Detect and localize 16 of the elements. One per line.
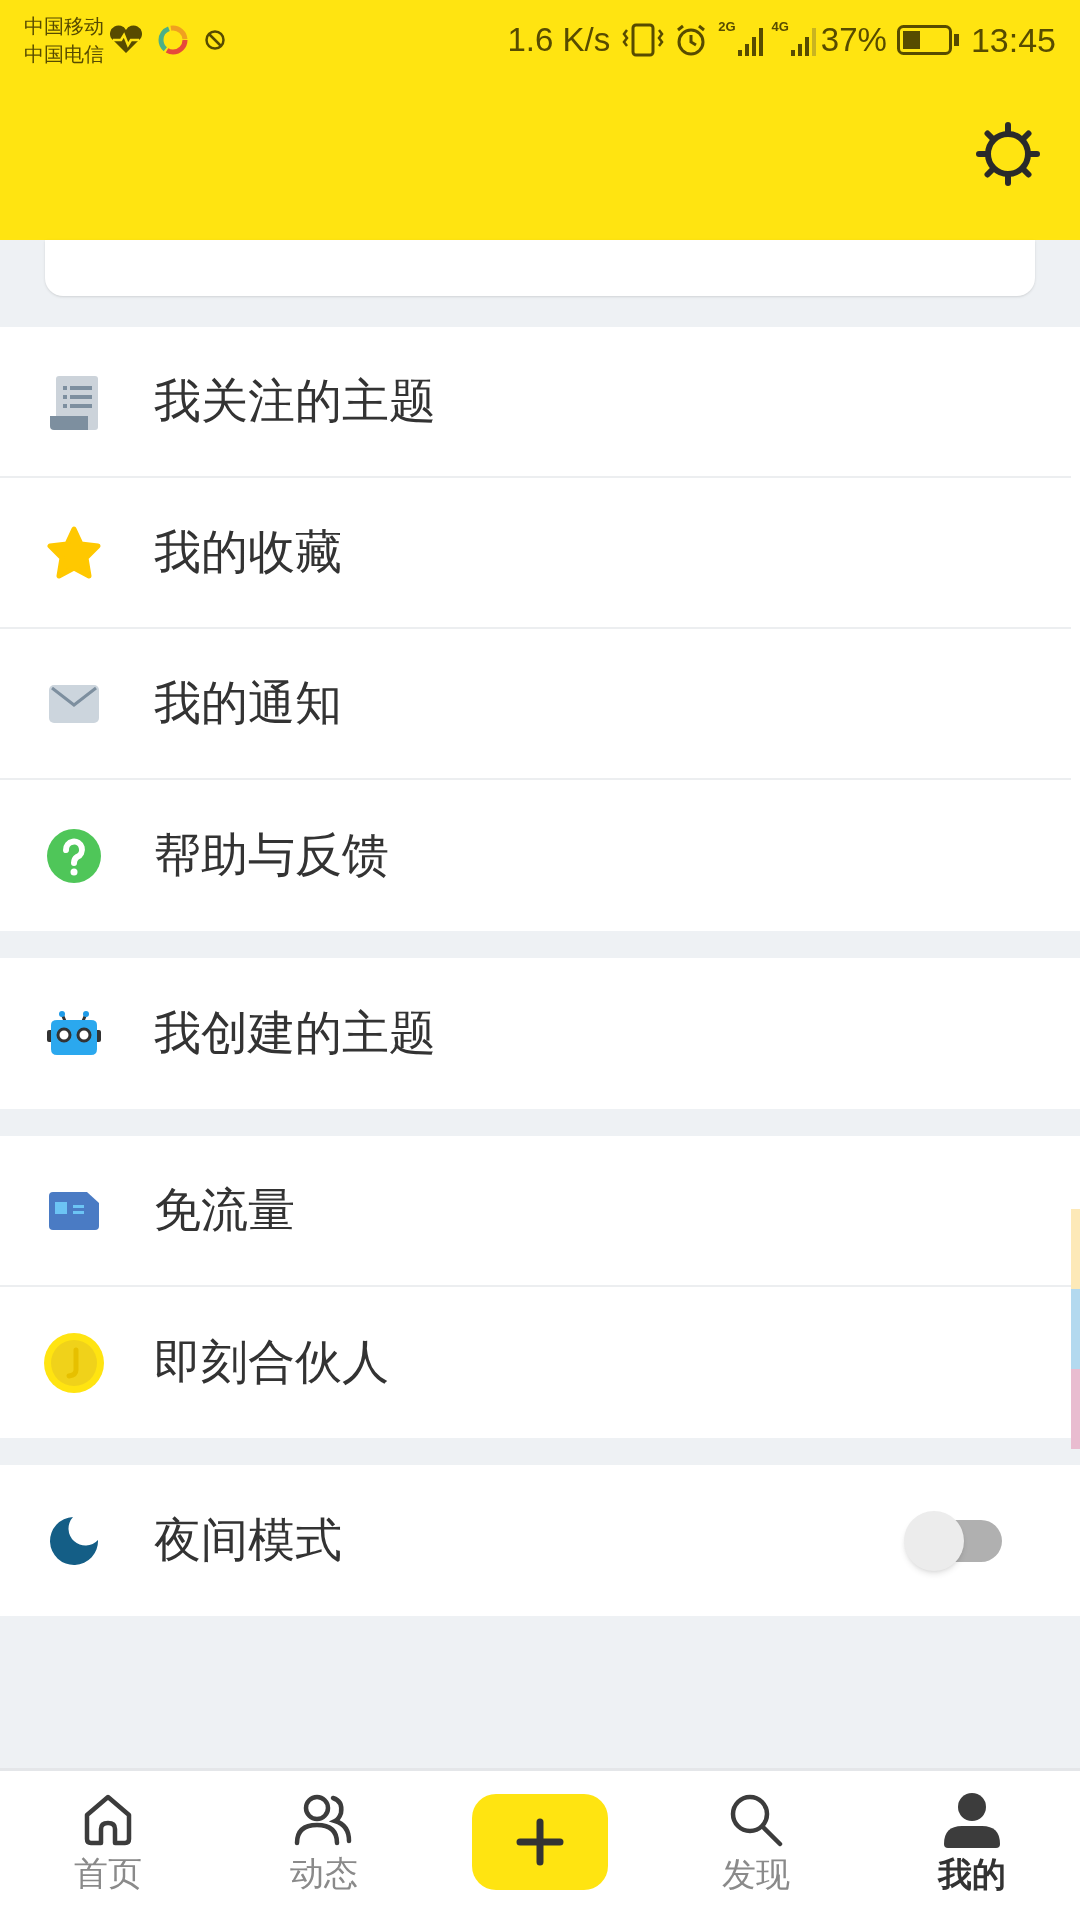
network-type: 2G [718,20,736,34]
menu-label: 即刻合伙人 [153,1334,390,1391]
menu-label: 我的通知 [153,675,343,732]
menu-label: 帮助与反馈 [153,827,390,884]
network-speed: 1.6 K/s [507,20,611,61]
menu-label: 我的收藏 [153,524,343,581]
carrier-name: 中国电信 [24,42,104,67]
menu-label: 免流量 [153,1182,296,1239]
network-type: 4G [771,20,789,34]
clock-time: 13:45 [970,19,1056,61]
menu-label: 我创建的主题 [153,1005,437,1062]
menu-label: 我关注的主题 [153,373,437,430]
battery-percent: 37% [820,20,887,61]
carrier-name: 中国移动 [24,14,104,39]
nav-tab[interactable]: 我的 [938,1791,1006,1900]
menu-label: 夜间模式 [153,1512,343,1569]
